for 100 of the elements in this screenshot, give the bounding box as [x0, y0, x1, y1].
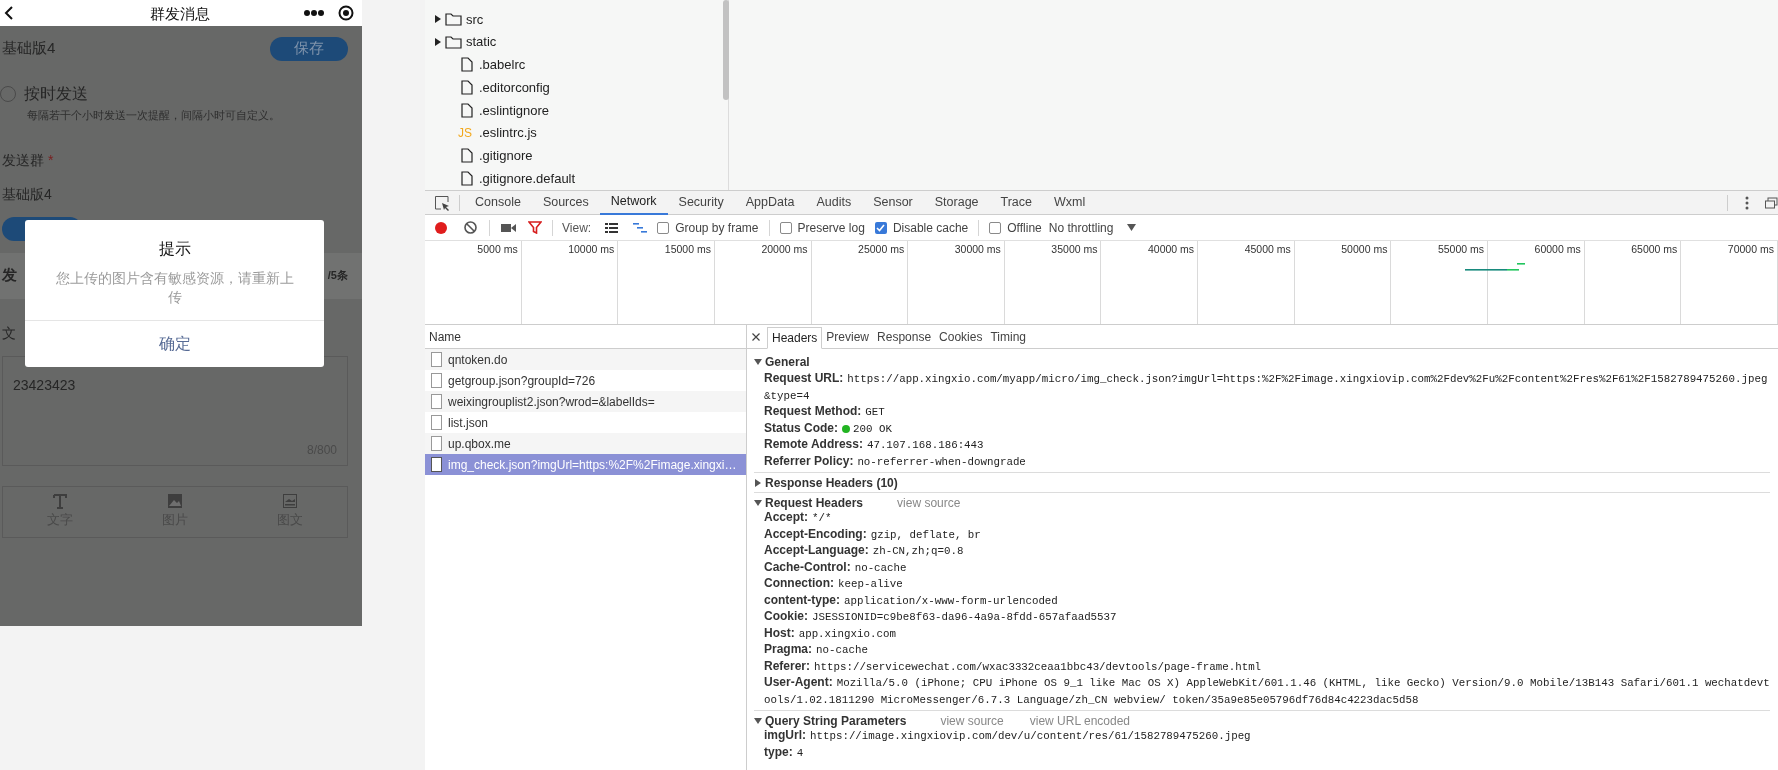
filter-icon[interactable] [528, 221, 542, 234]
file-tree-item[interactable]: .gitignore.default [425, 167, 723, 190]
camera-icon[interactable] [501, 222, 517, 233]
timeline-tick-label: 30000 ms [954, 242, 1001, 257]
dialog-title: 提示 [157, 239, 192, 259]
timeline-tick-label: 20000 ms [761, 242, 808, 257]
folder-icon [445, 12, 462, 27]
checkbox[interactable] [779, 221, 792, 234]
file-tree-item[interactable]: static [425, 30, 723, 54]
document-icon [431, 457, 442, 472]
dock-icon[interactable] [1765, 196, 1778, 209]
file-tree-item[interactable]: .editorconfig [425, 76, 723, 99]
header-field: User-Agent: Mozilla/5.0 (iPhone; CPU iPhone OS 9_1 like Mac OS X) AppleWebKit/601.1.46 (KHTML, like Gecko) Version/9.0 Mobile/13B143 Safari/601.1 wechatdevtools/1.02.1811290 MicroMessenger/6.7.3 Language/zh_CN webview/ token/35a9e85e05796df76d84c4223dac5d58 [754, 675, 1770, 708]
detail-tab[interactable]: Cookies [935, 325, 987, 348]
section-header[interactable]: General [765, 353, 810, 371]
checkbox-label[interactable]: Offline [1007, 218, 1042, 237]
devtools-tab[interactable]: Sources [531, 190, 600, 215]
document-icon [431, 436, 442, 451]
view-source-link[interactable]: view source [897, 493, 961, 512]
detail-tab[interactable]: Headers [767, 327, 823, 349]
header-field: Accept: */* [754, 510, 1770, 527]
more-icon[interactable] [304, 9, 324, 17]
devtools-tab[interactable]: AppData [734, 190, 806, 215]
file-tree-item[interactable]: src [425, 8, 723, 31]
record-button[interactable] [434, 220, 448, 235]
expand-triangle-icon[interactable] [754, 478, 762, 487]
page-title: 群发消息 [150, 4, 210, 24]
record-icon[interactable] [338, 5, 354, 21]
devtools-tab[interactable]: Wxml [1043, 190, 1097, 215]
timeline-tick-label: 65000 ms [1631, 242, 1678, 257]
checkbox-label[interactable]: Disable cache [892, 218, 969, 237]
header-field: Host: app.xingxio.com [754, 625, 1770, 642]
timeline-tick-label: 25000 ms [858, 242, 905, 257]
devtools-tab[interactable]: Console [464, 190, 532, 215]
expand-triangle-icon[interactable] [754, 498, 762, 507]
group-value: 基础版4 [1, 184, 53, 204]
timeline-tick-label: 5000 ms [477, 242, 518, 257]
waterfall-view-icon[interactable] [633, 221, 648, 234]
file-icon [458, 80, 476, 96]
section-header[interactable]: Request Headers [765, 493, 864, 512]
expand-triangle-icon[interactable] [434, 15, 442, 24]
document-icon [431, 352, 442, 367]
timeline-tick-label: 60000 ms [1534, 242, 1581, 257]
expand-triangle-icon[interactable] [754, 358, 762, 366]
group-name: 基础版4 [2, 38, 56, 59]
view-source-link[interactable]: view source [940, 711, 1004, 730]
view-source-link[interactable]: view URL encoded [1029, 711, 1131, 730]
list-view-icon[interactable] [605, 221, 620, 234]
devtools-tab[interactable]: Sensor [862, 190, 924, 215]
more-options-icon[interactable] [1745, 195, 1749, 210]
detail-tab[interactable]: Preview [822, 325, 874, 348]
file-tree-item[interactable]: .gitignore [425, 144, 723, 168]
throttling-dropdown[interactable]: No throttling [1048, 218, 1137, 237]
checkbox[interactable] [657, 221, 670, 234]
request-row[interactable]: weixingrouplist2.json?wrod=&labelIds= [425, 391, 746, 412]
option-label: 按时发送 [24, 84, 88, 104]
required-mark: * [48, 150, 54, 170]
detail-tab[interactable]: Response [873, 325, 936, 348]
header-field: Cache-Control: no-cache [754, 559, 1770, 576]
header-field: Status Code: 200 OK [754, 420, 1770, 437]
timeline-tick-label: 10000 ms [568, 242, 615, 257]
confirm-button[interactable]: 确定 [25, 320, 324, 367]
checkbox[interactable] [874, 221, 887, 234]
section-count: /5条 [327, 268, 348, 284]
file-icon [458, 57, 476, 73]
header-field: type: 4 [754, 744, 1770, 761]
expand-triangle-icon[interactable] [434, 38, 442, 47]
devtools-tab[interactable]: Storage [923, 190, 990, 215]
back-icon[interactable] [4, 6, 14, 20]
section-header[interactable]: Response Headers (10) [765, 473, 898, 492]
section-title: 发 [2, 265, 17, 286]
file-tree-item[interactable]: .babelrc [425, 53, 723, 77]
devtools-tab[interactable]: Security [667, 190, 735, 215]
inspect-icon[interactable] [434, 194, 450, 211]
header-field: Pragma: no-cache [754, 642, 1770, 659]
request-row[interactable]: qntoken.do [425, 349, 746, 370]
column-header[interactable]: Name [429, 327, 461, 346]
header-field: Accept-Encoding: gzip, deflate, br [754, 526, 1770, 543]
clear-icon[interactable] [464, 221, 477, 234]
timeline-tick-label: 40000 ms [1148, 242, 1195, 257]
detail-tab[interactable]: Timing [986, 325, 1030, 348]
devtools-tab[interactable]: Audits [805, 190, 863, 215]
scrollbar[interactable] [723, 0, 729, 100]
timeline-tick-label: 15000 ms [664, 242, 711, 257]
devtools-tab[interactable]: Trace [989, 190, 1044, 215]
section-header[interactable]: Query String Parameters [765, 711, 907, 730]
folder-icon [445, 35, 462, 50]
expand-triangle-icon[interactable] [754, 716, 762, 725]
checkbox-label[interactable]: Group by frame [675, 218, 759, 237]
dropdown-caret-icon[interactable] [1127, 224, 1137, 231]
field-label: 文 [2, 323, 16, 343]
request-row[interactable]: up.qbox.me [425, 433, 746, 454]
document-icon [431, 373, 442, 388]
header-field: Accept-Language: zh-CN,zh;q=0.8 [754, 543, 1770, 560]
file-tree-item[interactable]: JS .eslintrc.js [425, 121, 723, 145]
checkbox-label[interactable]: Preserve log [797, 218, 865, 237]
header-field: Referrer Policy: no-referrer-when-downgrade [754, 453, 1770, 470]
checkbox[interactable] [989, 221, 1002, 234]
close-icon[interactable] [752, 332, 760, 341]
file-tree-item[interactable]: .eslintignore [425, 99, 723, 122]
